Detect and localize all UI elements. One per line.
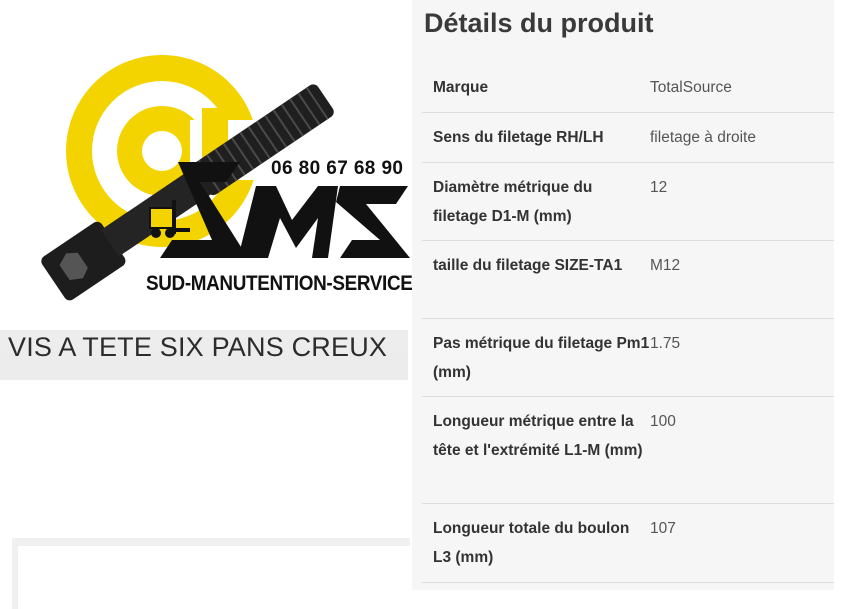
row-value: TotalSource	[650, 79, 732, 96]
details-table: Marque TotalSource Sens du filetage RH/L…	[422, 62, 834, 583]
row-value: filetage à droite	[650, 129, 756, 146]
product-details-panel: Détails du produit Marque TotalSource Se…	[412, 0, 834, 590]
details-title: Détails du produit	[424, 8, 654, 38]
row-label: Diamètre métrique du filetage D1-M (mm)	[433, 179, 593, 225]
row-value: 12	[650, 179, 668, 196]
row-label: Marque	[433, 79, 489, 96]
row-label: Longueur totale du boulon L3 (mm)	[433, 520, 630, 566]
row-label: Pas métrique du filetage Pm1 (mm)	[433, 335, 650, 381]
product-image: 06 80 67 68 90 SUD-MANUTENTION-SERVICE	[0, 0, 413, 330]
table-row: Sens du filetage RH/LH filetage à droite	[422, 113, 834, 163]
row-label: taille du filetage SIZE-TA1	[433, 257, 623, 274]
product-title: VIS A TETE SIX PANS CREUX	[8, 332, 388, 362]
phone-number: 06 80 67 68 90	[271, 158, 404, 179]
row-value: 100	[650, 413, 676, 430]
table-row: Diamètre métrique du filetage D1-M (mm) …	[422, 163, 834, 241]
table-row: Longueur totale du boulon L3 (mm) 107	[422, 504, 834, 583]
row-value: 1.75	[650, 335, 681, 352]
row-label: Longueur métrique entre la tête et l'ext…	[433, 413, 643, 459]
row-value: M12	[650, 257, 681, 274]
table-row: Longueur métrique entre la tête et l'ext…	[422, 397, 834, 504]
table-row: Marque TotalSource	[422, 62, 834, 113]
table-row: taille du filetage SIZE-TA1 M12	[422, 241, 834, 319]
row-value: 107	[650, 520, 676, 537]
row-label: Sens du filetage RH/LH	[433, 129, 604, 146]
empty-content-box	[12, 538, 410, 609]
table-row: Pas métrique du filetage Pm1 (mm) 1.75	[422, 319, 834, 397]
company-name: SUD-MANUTENTION-SERVICE	[146, 272, 413, 295]
